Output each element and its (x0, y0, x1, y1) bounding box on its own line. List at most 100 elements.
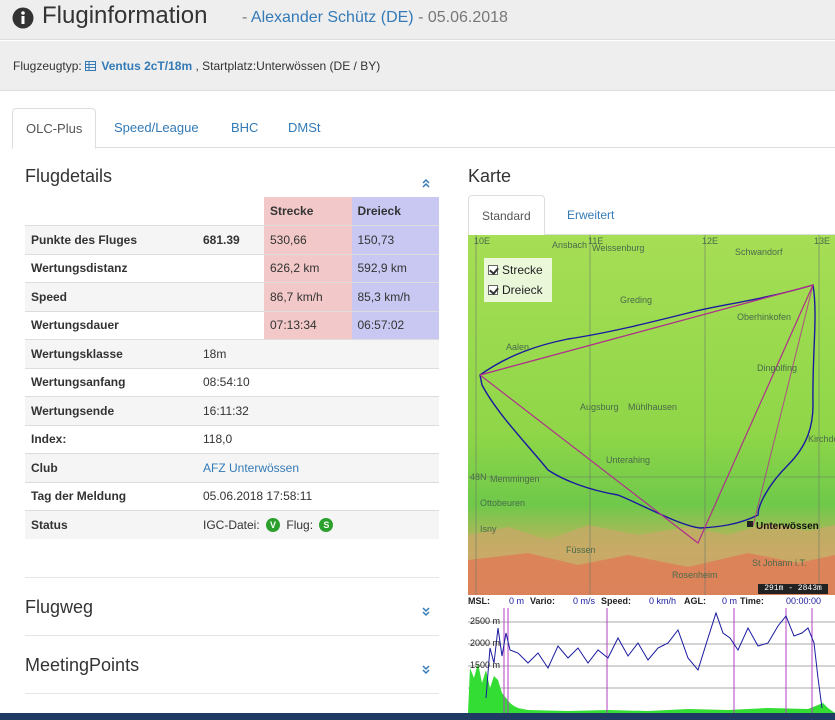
place-label: St Johann i.T. (752, 558, 807, 568)
start-place: , Startplatz:Unterwössen (DE / BY) (195, 59, 381, 73)
map-legend: Strecke Dreieck (484, 258, 552, 302)
checkbox-icon[interactable] (488, 265, 498, 275)
meetingpoints-title[interactable]: MeetingPoints (25, 655, 139, 676)
table-row: Wertungsende 16:11:32 (25, 396, 439, 425)
status-label: Status (25, 510, 197, 539)
row-value (197, 282, 264, 311)
title-dash: - (242, 9, 248, 26)
flugweg-title[interactable]: Flugweg (25, 597, 93, 618)
time-value: 00:00:00 (786, 596, 822, 606)
page-subtitle: - Alexander Schütz (DE) - 05.06.2018 (242, 9, 508, 27)
row-value: 18m (197, 339, 439, 368)
y-tick-label: 2500 m (470, 616, 501, 626)
page-header: Fluginformation - Alexander Schütz (DE) … (0, 0, 835, 40)
row-label: Wertungsanfang (25, 367, 197, 397)
row-label: Wertungsdauer (25, 310, 197, 340)
speed-value: 0 km/h (649, 596, 677, 606)
table-row: Wertungsklasse 18m (25, 339, 439, 368)
score-tabs: OLC-Plus Speed/League BHC DMSt (12, 108, 835, 149)
legend-dreieck[interactable]: Dreieck (488, 283, 543, 297)
tab-dmst[interactable]: DMSt (275, 108, 334, 148)
flight-status-label: Flug: (286, 517, 314, 532)
row-value (197, 310, 264, 340)
row-label: Punkte des Fluges (25, 225, 197, 254)
igc-label: IGC-Datei: (203, 517, 260, 532)
tab-olc-plus[interactable]: OLC-Plus (12, 108, 97, 149)
dreieck-value: 150,73 (351, 225, 439, 254)
y-tick-label: 1500 m (470, 660, 501, 670)
vario-value: 0 m/s (573, 596, 596, 606)
plane-type-link[interactable]: Ventus 2cT/18m (101, 59, 192, 73)
barogram-canvas[interactable] (468, 608, 835, 713)
legend-strecke[interactable]: Strecke (488, 263, 543, 277)
tab-standard[interactable]: Standard (468, 195, 545, 236)
strecke-value: 07:13:34 (264, 310, 352, 340)
table-row: Speed 86,7 km/h 85,3 km/h (25, 282, 439, 311)
place-label: Oberhinkofen (737, 312, 792, 322)
place-label: Augsburg (580, 402, 619, 412)
place-label: Weissenburg (592, 243, 645, 253)
tab-bhc[interactable]: BHC (218, 108, 271, 148)
flight-meta: Flugzeugtyp: Ventus 2cT/18m , Startplatz… (0, 41, 835, 91)
agl-value: 0 m (722, 596, 738, 606)
points-total: 681.39 (197, 225, 264, 254)
row-value: 16:11:32 (197, 396, 439, 425)
map-tabs: Standard Erweitert (468, 195, 835, 236)
elevation-scale: 291m - 2843m (758, 584, 828, 594)
legend-label: Dreieck (502, 283, 543, 297)
row-label: Wertungsdistanz (25, 253, 197, 283)
table-row: Wertungsanfang 08:54:10 (25, 367, 439, 397)
place-label: Aalen (506, 342, 530, 352)
place-label: Memmingen (490, 474, 540, 484)
dreieck-value: 592,9 km (351, 253, 439, 283)
club-cell: AFZ Unterwössen (197, 453, 439, 482)
pilot-link[interactable]: Alexander Schütz (DE) (251, 9, 414, 26)
checkbox-icon[interactable] (488, 285, 498, 295)
speed-label: Speed: (601, 596, 632, 606)
page-title: Fluginformation (42, 2, 208, 29)
place-label: Füssen (566, 545, 596, 555)
table-header-row: Strecke Dreieck (25, 197, 439, 226)
divider (25, 635, 439, 636)
msl-value: 0 m (509, 596, 525, 606)
barogram-chart[interactable]: 2500 m 2000 m 1500 m (468, 608, 835, 713)
msl-label: MSL: (468, 596, 490, 606)
karte-title: Karte (468, 166, 512, 186)
row-label: Speed (25, 282, 197, 311)
place-label: Mühlhausen (628, 402, 678, 412)
plane-type-label: Flugzeugtyp: (13, 59, 82, 73)
place-label: Schwandorf (735, 247, 783, 257)
grid-label: 12E (702, 236, 719, 246)
tab-erweitert[interactable]: Erweitert (554, 195, 627, 235)
row-label: Wertungsklasse (25, 339, 197, 368)
barogram-readout: MSL: 0 m Vario: 0 m/s Speed: 0 km/h AGL:… (468, 596, 835, 608)
club-link[interactable]: AFZ Unterwössen (203, 461, 299, 475)
place-label: Ansbach (552, 240, 588, 250)
table-row: Index: 118,0 (25, 424, 439, 454)
chevron-down-icon[interactable] (421, 665, 431, 675)
grid-label: 10E (474, 236, 491, 246)
info-icon (12, 7, 34, 29)
place-label: Ottobeuren (480, 498, 526, 508)
igc-status-badge: V (266, 518, 281, 533)
table-icon (85, 61, 97, 71)
tab-speed-league[interactable]: Speed/League (101, 108, 212, 148)
col-strecke: Strecke (264, 197, 352, 226)
grid-label: 13E (814, 236, 831, 246)
altitude-trace (485, 611, 823, 709)
table-row: Status IGC-Datei: V Flug: S (25, 510, 439, 539)
header-empty (197, 197, 264, 226)
chevron-down-icon[interactable] (421, 607, 431, 617)
y-tick-label: 2000 m (470, 638, 501, 648)
flugdetails-title: Flugdetails (25, 166, 113, 186)
flight-details-table: Strecke Dreieck Punkte des Fluges 681.39… (25, 197, 439, 539)
strecke-value: 86,7 km/h (264, 282, 352, 311)
dreieck-value: 06:57:02 (351, 310, 439, 340)
table-row: Wertungsdistanz 626,2 km 592,9 km (25, 253, 439, 283)
row-label: Index: (25, 424, 197, 454)
table-row: Punkte des Fluges 681.39 530,66 150,73 (25, 225, 439, 254)
chevron-up-icon[interactable] (421, 178, 431, 188)
table-row: Club AFZ Unterwössen (25, 453, 439, 482)
place-label: Dingolfing (757, 363, 798, 373)
grid-label: 48N (470, 472, 487, 482)
